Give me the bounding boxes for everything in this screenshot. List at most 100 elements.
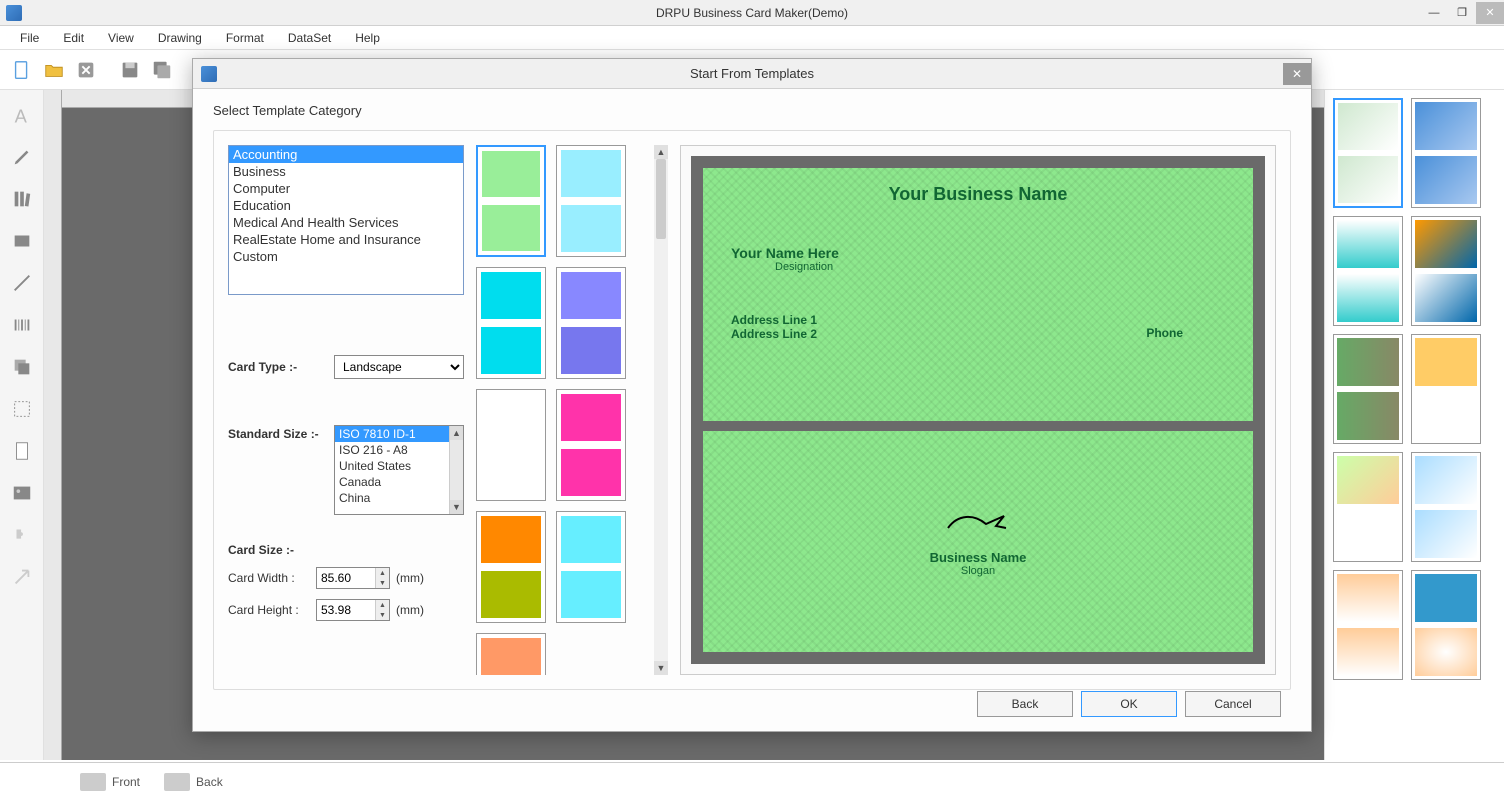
scroll-up-icon[interactable]: ▲	[654, 145, 668, 159]
dialog-title: Start From Templates	[690, 66, 814, 81]
width-unit: (mm)	[396, 571, 424, 585]
spinner-up-icon[interactable]: ▲	[376, 568, 389, 578]
menu-edit[interactable]: Edit	[51, 27, 96, 49]
image-tool[interactable]	[7, 478, 37, 508]
status-bar: Front Back	[0, 762, 1504, 800]
scroll-down-icon[interactable]: ▼	[654, 661, 668, 675]
status-back[interactable]: Back	[164, 773, 223, 791]
ok-button[interactable]: OK	[1081, 691, 1177, 717]
category-item-realestate[interactable]: RealEstate Home and Insurance	[229, 231, 463, 248]
arrow-tool[interactable]	[7, 562, 37, 592]
menu-help[interactable]: Help	[343, 27, 392, 49]
category-item-custom[interactable]: Custom	[229, 248, 463, 265]
right-template-thumb[interactable]	[1411, 98, 1481, 208]
template-thumb[interactable]	[476, 389, 546, 501]
right-template-thumb[interactable]	[1333, 452, 1403, 562]
library-tool[interactable]	[7, 184, 37, 214]
preview-your-name: Your Name Here	[731, 245, 1225, 261]
right-template-thumb[interactable]	[1333, 334, 1403, 444]
watermark-tool[interactable]	[7, 394, 37, 424]
svg-text:A: A	[14, 105, 27, 126]
puzzle-tool[interactable]	[7, 520, 37, 550]
category-item-education[interactable]: Education	[229, 197, 463, 214]
template-thumb[interactable]	[556, 267, 626, 379]
template-thumb[interactable]	[556, 389, 626, 501]
category-item-accounting[interactable]: Accounting	[229, 146, 463, 163]
pencil-tool[interactable]	[7, 142, 37, 172]
template-thumb[interactable]	[476, 145, 546, 257]
scroll-down-icon[interactable]: ▼	[450, 500, 463, 514]
back-button[interactable]: Back	[977, 691, 1073, 717]
card-height-spinner[interactable]: 53.98 ▲▼	[316, 599, 390, 621]
scroll-up-icon[interactable]: ▲	[450, 426, 463, 440]
size-item-canada[interactable]: Canada	[335, 474, 463, 490]
dialog-close-button[interactable]: ✕	[1283, 63, 1311, 85]
ruler-vertical	[44, 90, 62, 760]
right-template-thumb[interactable]	[1333, 570, 1403, 680]
open-file-button[interactable]	[40, 56, 68, 84]
dialog-icon	[201, 66, 217, 82]
template-thumbnail-grid	[476, 145, 654, 675]
menu-drawing[interactable]: Drawing	[146, 27, 214, 49]
text-tool[interactable]: A	[7, 100, 37, 130]
spinner-down-icon[interactable]: ▼	[376, 578, 389, 588]
spinner-up-icon[interactable]: ▲	[376, 600, 389, 610]
right-template-thumb[interactable]	[1411, 334, 1481, 444]
preview-slogan: Slogan	[961, 565, 995, 577]
template-thumb[interactable]	[556, 511, 626, 623]
template-thumb[interactable]	[556, 145, 626, 257]
right-template-panel	[1324, 90, 1504, 760]
maximize-button[interactable]: ❐	[1448, 2, 1476, 24]
right-template-thumb[interactable]	[1333, 216, 1403, 326]
menu-dataset[interactable]: DataSet	[276, 27, 343, 49]
category-item-business[interactable]: Business	[229, 163, 463, 180]
app-icon	[6, 5, 22, 21]
size-item-iso216[interactable]: ISO 216 - A8	[335, 442, 463, 458]
size-list-scrollbar[interactable]: ▲ ▼	[449, 426, 463, 514]
size-item-iso7810[interactable]: ISO 7810 ID-1	[335, 426, 463, 442]
card-type-select[interactable]: Landscape	[334, 355, 464, 379]
template-thumb[interactable]	[476, 267, 546, 379]
window-title: DRPU Business Card Maker(Demo)	[656, 6, 848, 20]
preview-phone: Phone	[1146, 326, 1183, 340]
minimize-button[interactable]: —	[1420, 2, 1448, 24]
dialog-titlebar: Start From Templates ✕	[193, 59, 1311, 89]
scroll-thumb[interactable]	[656, 159, 666, 239]
templates-dialog: Start From Templates ✕ Select Template C…	[192, 58, 1312, 732]
spinner-down-icon[interactable]: ▼	[376, 610, 389, 620]
menu-bar: File Edit View Drawing Format DataSet He…	[0, 26, 1504, 50]
card-height-value: 53.98	[321, 603, 351, 617]
rectangle-tool[interactable]	[7, 226, 37, 256]
line-tool[interactable]	[7, 268, 37, 298]
back-view-icon	[164, 773, 190, 791]
category-list[interactable]: Accounting Business Computer Education M…	[228, 145, 464, 295]
standard-size-list[interactable]: ISO 7810 ID-1 ISO 216 - A8 United States…	[334, 425, 464, 515]
menu-view[interactable]: View	[96, 27, 146, 49]
save-button[interactable]	[116, 56, 144, 84]
card-width-spinner[interactable]: 85.60▲▼	[316, 567, 390, 589]
close-button[interactable]: ✕	[1476, 2, 1504, 24]
preview-designation: Designation	[775, 261, 1225, 273]
category-item-medical[interactable]: Medical And Health Services	[229, 214, 463, 231]
category-item-computer[interactable]: Computer	[229, 180, 463, 197]
right-template-thumb[interactable]	[1411, 216, 1481, 326]
template-thumb[interactable]	[476, 633, 546, 675]
cancel-button[interactable]: Cancel	[1185, 691, 1281, 717]
save-all-button[interactable]	[148, 56, 176, 84]
close-file-button[interactable]	[72, 56, 100, 84]
template-thumb[interactable]	[476, 511, 546, 623]
size-item-us[interactable]: United States	[335, 458, 463, 474]
status-front[interactable]: Front	[80, 773, 140, 791]
size-item-china[interactable]: China	[335, 490, 463, 506]
card-width-label: Card Width :	[228, 571, 310, 585]
menu-file[interactable]: File	[8, 27, 51, 49]
right-template-thumb[interactable]	[1411, 570, 1481, 680]
copy-tool[interactable]	[7, 352, 37, 382]
document-tool[interactable]	[7, 436, 37, 466]
barcode-tool[interactable]	[7, 310, 37, 340]
menu-format[interactable]: Format	[214, 27, 276, 49]
right-template-thumb[interactable]	[1333, 98, 1403, 208]
new-file-button[interactable]	[8, 56, 36, 84]
right-template-thumb[interactable]	[1411, 452, 1481, 562]
thumbnail-scrollbar[interactable]: ▲ ▼	[654, 145, 668, 675]
